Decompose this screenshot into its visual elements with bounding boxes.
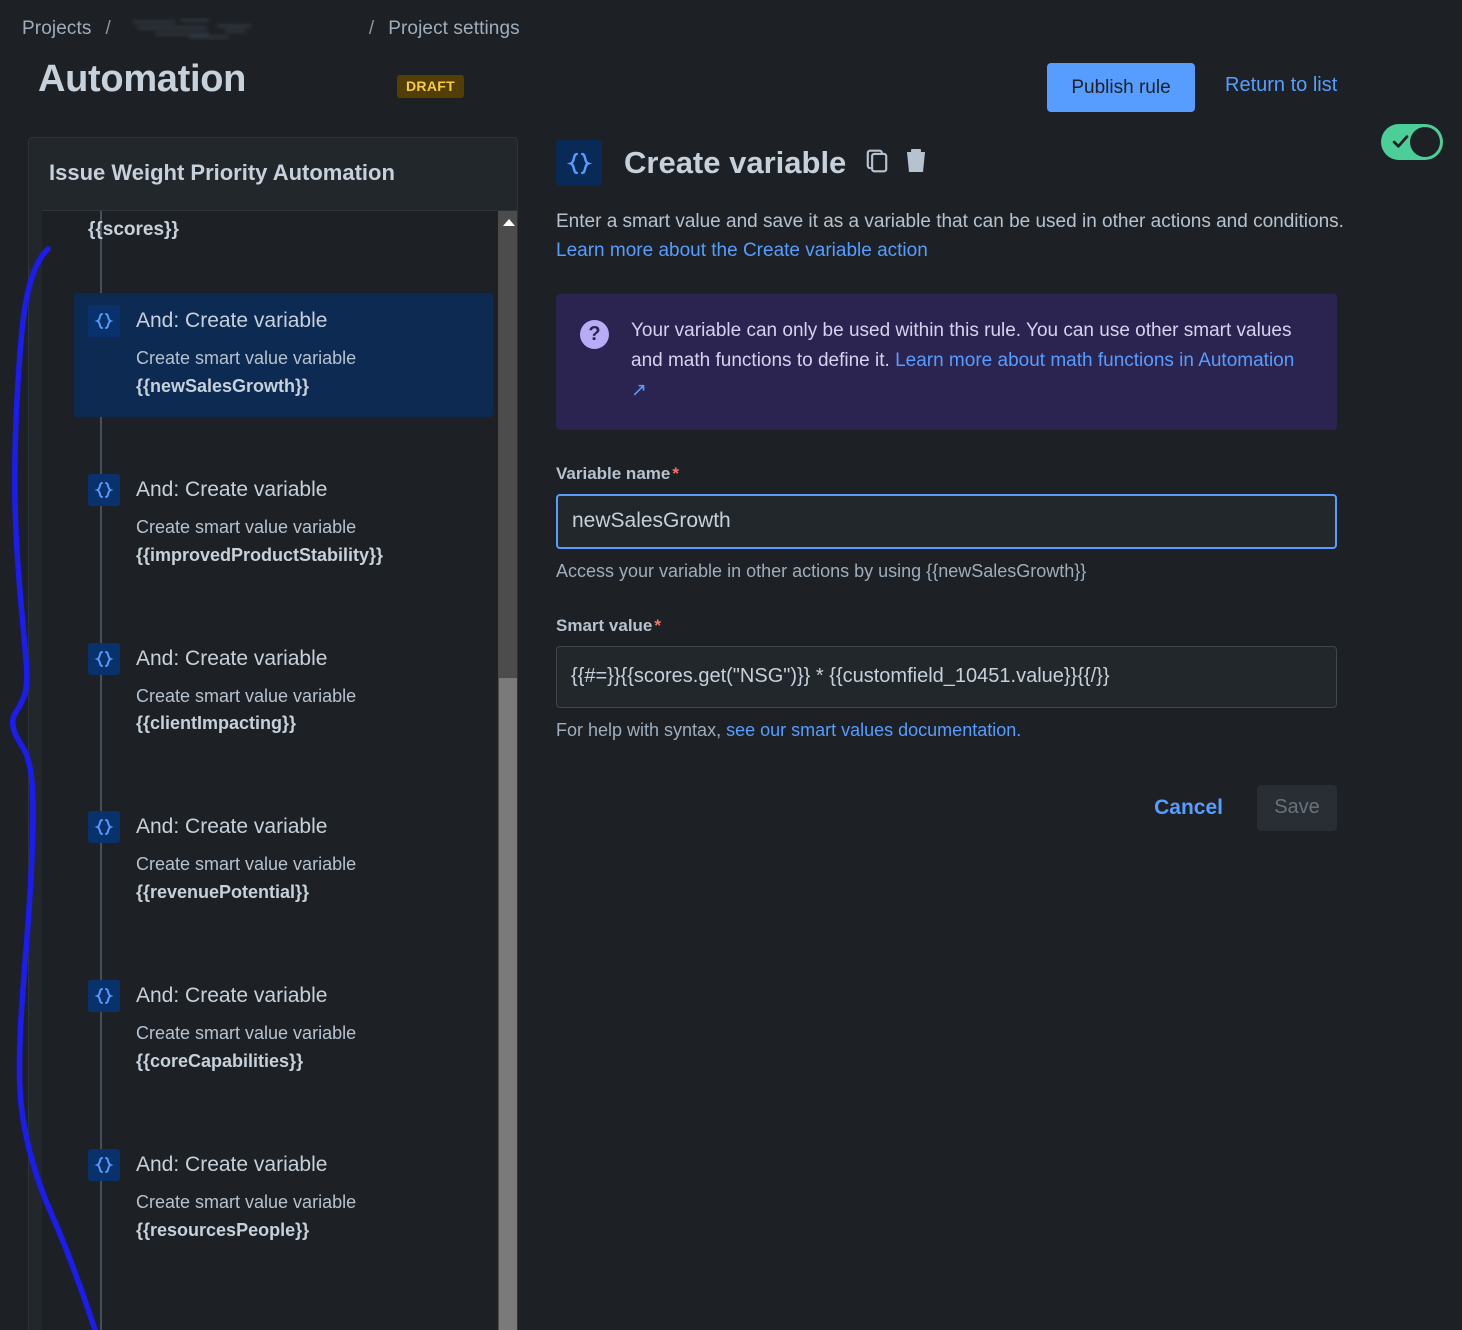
breadcrumb-separator-2: / xyxy=(368,18,375,39)
curly-braces-icon xyxy=(88,642,120,675)
rule-item-description-text: Create smart value variable xyxy=(136,854,357,875)
breadcrumb: Projects / / Project settings xyxy=(22,18,520,40)
math-functions-learn-more-link[interactable]: Learn more about math functions in Autom… xyxy=(895,350,1294,371)
variable-name-helper: Access your variable in other actions by… xyxy=(556,560,1087,581)
breadcrumb-project-name-redacted[interactable] xyxy=(125,18,355,40)
rule-item-description-text: Create smart value variable xyxy=(136,1191,357,1212)
rule-item-title: And: Create variable xyxy=(136,984,328,1008)
breadcrumb-separator-1: / xyxy=(105,18,111,39)
rule-item-client-impacting[interactable]: And: Create variable Create smart value … xyxy=(74,631,493,755)
scroll-up-arrow-icon[interactable] xyxy=(503,219,515,226)
smart-value-helper-text: For help with syntax, xyxy=(556,719,727,740)
rule-item-revenue-potential[interactable]: And: Create variable Create smart value … xyxy=(74,799,493,923)
rule-item-title: And: Create variable xyxy=(136,309,328,332)
rule-item-variable: {{resourcesPeople}} xyxy=(136,1219,310,1240)
question-mark-icon: ? xyxy=(580,319,609,349)
rule-item-variable: {{improvedProductStability}} xyxy=(136,544,384,565)
rule-item-description: Create smart value variable {{improvedPr… xyxy=(136,514,479,570)
rule-item-title: And: Create variable xyxy=(136,1152,328,1176)
rule-item-title: And: Create variable xyxy=(136,815,328,839)
status-badge: DRAFT xyxy=(397,75,464,98)
page-header: Automation DRAFT Publish rule Return to … xyxy=(0,58,1462,160)
form-actions: Cancel Save xyxy=(556,784,1337,831)
page-title: Automation xyxy=(38,58,247,100)
rule-item-resources-people[interactable]: And: Create variable Create smart value … xyxy=(74,1137,493,1261)
required-asterisk: * xyxy=(654,615,662,635)
info-banner-text: Your variable can only be used within th… xyxy=(631,316,1313,406)
rule-item-description-text: Create smart value variable xyxy=(136,1023,357,1044)
rule-item-description-text: Create smart value variable xyxy=(136,685,357,706)
rule-panel: Issue Weight Priority Automation {{score… xyxy=(28,137,518,1330)
curly-braces-icon xyxy=(88,811,120,844)
rule-item-description: Create smart value variable {{revenuePot… xyxy=(136,851,479,907)
curly-braces-icon xyxy=(88,305,120,337)
smart-value-helper: For help with syntax, see our smart valu… xyxy=(556,720,1416,741)
rule-item-new-sales-growth[interactable]: And: Create variable Create smart value … xyxy=(74,293,493,417)
rule-item-title: And: Create variable xyxy=(136,477,328,501)
scrollbar-thumb[interactable] xyxy=(499,678,517,1330)
variable-name-label-text: Variable name xyxy=(556,463,671,483)
rule-item-variable: {{coreCapabilities}} xyxy=(136,1051,304,1072)
rule-item-core-capabilities[interactable]: And: Create variable Create smart value … xyxy=(74,968,493,1092)
rule-item-description: Create smart value variable {{resourcesP… xyxy=(136,1189,479,1245)
rule-item-variable: {{clientImpacting}} xyxy=(136,713,297,734)
rule-list-scrollbar[interactable] xyxy=(498,211,517,1330)
rule-item-title: And: Create variable xyxy=(136,646,328,670)
curly-braces-icon xyxy=(88,980,120,1013)
curly-braces-icon xyxy=(88,473,120,506)
copy-icon[interactable] xyxy=(864,148,890,179)
required-asterisk: * xyxy=(672,463,679,483)
rule-item-partial-scores[interactable]: {{scores}} xyxy=(88,211,493,241)
smart-values-documentation-link[interactable]: see our smart values documentation. xyxy=(726,720,1021,740)
variable-name-input[interactable] xyxy=(556,493,1337,549)
breadcrumb-projects[interactable]: Projects xyxy=(22,18,91,40)
smart-value-label-text: Smart value xyxy=(556,615,653,635)
rule-item-variable: {{newSalesGrowth}} xyxy=(136,375,310,396)
rule-item-description-text: Create smart value variable xyxy=(136,516,357,537)
external-link-icon[interactable]: ↗ xyxy=(631,380,647,401)
return-to-list-link[interactable]: Return to list xyxy=(1225,74,1337,97)
create-variable-learn-more-link[interactable]: Learn more about the Create variable act… xyxy=(556,240,928,261)
detail-title: Create variable xyxy=(624,145,847,180)
rule-item-description: Create smart value variable {{newSalesGr… xyxy=(136,345,479,401)
curly-braces-icon xyxy=(556,140,602,186)
rule-list[interactable]: {{scores}} And: Create variable Create s… xyxy=(42,210,517,1330)
curly-braces-icon xyxy=(88,1148,120,1181)
smart-value-label: Smart value * xyxy=(556,616,1416,636)
action-detail-panel: Create variable Enter a smart value and … xyxy=(556,140,1416,831)
rule-item-improved-product-stability[interactable]: And: Create variable Create smart value … xyxy=(74,462,493,586)
detail-description: Enter a smart value and save it as a var… xyxy=(556,207,1346,266)
breadcrumb-project-settings[interactable]: Project settings xyxy=(388,18,520,40)
save-button[interactable]: Save xyxy=(1257,784,1337,831)
publish-rule-button[interactable]: Publish rule xyxy=(1047,63,1195,112)
variable-name-label: Variable name * xyxy=(556,464,1416,484)
detail-header: Create variable xyxy=(556,140,1416,186)
trash-icon[interactable] xyxy=(904,148,928,179)
rule-item-description: Create smart value variable {{coreCapabi… xyxy=(136,1020,479,1076)
rule-panel-title: Issue Weight Priority Automation xyxy=(49,160,395,185)
detail-description-text: Enter a smart value and save it as a var… xyxy=(556,211,1344,232)
rule-item-description: Create smart value variable {{clientImpa… xyxy=(136,683,479,739)
rule-item-variable: {{revenuePotential}} xyxy=(136,882,310,903)
info-banner: ? Your variable can only be used within … xyxy=(556,293,1337,430)
smart-value-input[interactable] xyxy=(556,645,1337,708)
rule-item-description-text: Create smart value variable xyxy=(136,348,357,368)
cancel-button[interactable]: Cancel xyxy=(1138,786,1239,830)
detail-header-actions xyxy=(864,148,928,179)
